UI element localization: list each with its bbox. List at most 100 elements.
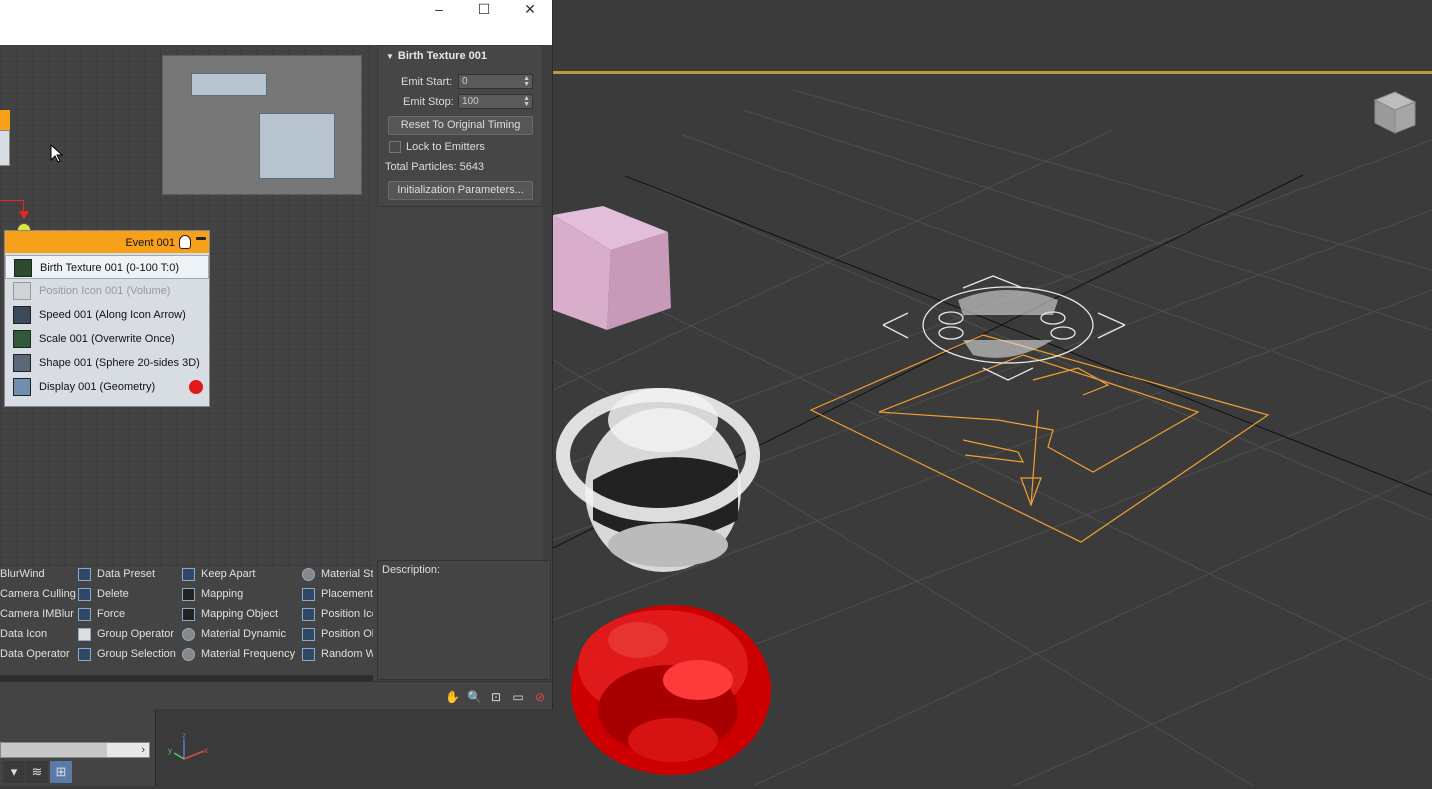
operator-scale[interactable]: Scale 001 (Overwrite Once)	[5, 327, 209, 351]
active-viewport-border	[553, 71, 1432, 74]
particle-view-toolbar: ✋ 🔍 ⊡ ▭ ⊘	[0, 681, 552, 709]
overview-navigator[interactable]	[162, 55, 362, 195]
zoom-extents-icon[interactable]: ▭	[511, 690, 525, 704]
data-preset-icon	[78, 567, 91, 581]
pink-cube	[553, 206, 671, 330]
red-particle-cluster	[571, 605, 771, 775]
viewcube	[1373, 91, 1417, 134]
depot-item[interactable]: Data Preset	[78, 564, 155, 584]
material-frequency-icon	[182, 647, 195, 661]
operator-shape[interactable]: Shape 001 (Sphere 20-sides 3D)	[5, 351, 209, 375]
emit-start-spinner[interactable]: 0 ▲ ▼	[458, 74, 533, 89]
scene-explorer-icon[interactable]: ⊞	[50, 761, 72, 783]
depot-item[interactable]: Mapping	[182, 584, 243, 604]
viewport-3d[interactable]	[553, 0, 1432, 786]
operator-position-icon[interactable]: Position Icon 001 (Volume)	[5, 279, 209, 303]
zoom-icon[interactable]: 🔍	[467, 690, 482, 704]
operator-display[interactable]: Display 001 (Geometry)	[5, 375, 209, 399]
description-label: Description:	[382, 564, 441, 576]
partial-event-header[interactable]	[0, 110, 10, 130]
particle-graph-area[interactable]: Event 001 Birth Texture 001 (0-100 T:0) …	[0, 45, 373, 565]
collapse-arrow-icon[interactable]: ▼	[386, 52, 394, 61]
zoom-region-icon[interactable]: ⊡	[489, 690, 503, 704]
material-static-icon	[302, 567, 315, 581]
random-walk-icon	[302, 647, 315, 661]
lock-emitters-label: Lock to Emitters	[406, 141, 485, 153]
mapping-icon	[182, 587, 195, 601]
spinner-arrows-icon[interactable]: ▲ ▼	[523, 75, 530, 88]
wire-connection[interactable]	[0, 200, 24, 201]
svg-text:x: x	[204, 746, 208, 755]
group-selection-icon	[78, 647, 91, 661]
depot-item[interactable]: Keep Apart	[182, 564, 255, 584]
parameters-rollout: ▼ Birth Texture 001 Emit Start: 0 ▲ ▼ Emit …	[377, 45, 543, 207]
svg-text:y: y	[168, 746, 172, 755]
display-color-swatch[interactable]	[189, 380, 203, 394]
total-particles-label: Total Particles: 5643	[385, 161, 485, 173]
rollout-title[interactable]: ▼ Birth Texture 001	[386, 50, 536, 66]
window-titlebar[interactable]: – ☐ ✕	[0, 0, 552, 45]
depot-item[interactable]: Material Dynamic	[182, 624, 286, 644]
depot-item[interactable]: Placement	[302, 584, 373, 604]
viewport-axis-area: z x y	[155, 709, 553, 786]
shape-icon	[13, 354, 31, 372]
depot-item[interactable]: Camera IMBlur	[0, 604, 74, 624]
reset-timing-button[interactable]: Reset To Original Timing	[388, 116, 533, 135]
operator-speed[interactable]: Speed 001 (Along Icon Arrow)	[5, 303, 209, 327]
wire-arrow	[19, 211, 29, 219]
axis-tripod-icon: z x y	[168, 731, 208, 760]
description-panel: Description:	[377, 560, 551, 680]
dropdown-arrow-icon[interactable]: ▾	[3, 761, 25, 783]
depot-item[interactable]: Material Frequency	[182, 644, 295, 664]
speed-icon	[13, 306, 31, 324]
depot-item[interactable]: Data Operator	[0, 644, 70, 664]
depot-item[interactable]: Material St	[302, 564, 373, 584]
depot-item[interactable]: Camera Culling	[0, 584, 76, 604]
depot-item[interactable]: Delete	[78, 584, 129, 604]
close-button[interactable]: ✕	[507, 0, 552, 20]
event-node[interactable]: Event 001 Birth Texture 001 (0-100 T:0) …	[4, 230, 210, 407]
minimize-node-icon[interactable]	[196, 237, 206, 240]
depot-item[interactable]: Random W	[302, 644, 373, 664]
placement-icon	[302, 587, 315, 601]
layers-icon[interactable]: ≋	[26, 761, 48, 783]
overview-node-rect	[191, 73, 267, 96]
event-node-header[interactable]: Event 001	[5, 231, 209, 253]
scene-canvas	[553, 89, 1432, 786]
emitter-icon-gizmo	[809, 334, 1270, 543]
overview-view-rect[interactable]	[259, 113, 335, 179]
operator-depot: BlurWind Camera Culling Camera IMBlur Da…	[0, 565, 373, 680]
event-title: Event 001	[125, 237, 175, 249]
mouse-cursor-icon	[50, 144, 64, 163]
depot-item[interactable]: BlurWind	[0, 564, 45, 584]
initialization-parameters-button[interactable]: Initialization Parameters...	[388, 181, 533, 200]
minimize-button[interactable]: –	[416, 0, 462, 20]
depot-item[interactable]: Data Icon	[0, 624, 47, 644]
maximize-button[interactable]: ☐	[461, 0, 507, 20]
keep-apart-icon	[182, 567, 195, 581]
force-icon	[78, 607, 91, 621]
lock-emitters-checkbox[interactable]	[389, 141, 401, 153]
partial-event-node[interactable]	[0, 130, 10, 166]
depot-item[interactable]: Group Selection	[78, 644, 176, 664]
panel-scrollbar[interactable]	[543, 45, 552, 560]
birth-texture-icon	[14, 259, 32, 277]
mapping-object-icon	[182, 607, 195, 621]
depot-item[interactable]: Group Operator	[78, 624, 174, 644]
operator-birth-texture[interactable]: Birth Texture 001 (0-100 T:0)	[5, 255, 209, 279]
position-icon-icon	[302, 607, 315, 621]
pan-hand-icon[interactable]: ✋	[445, 690, 460, 704]
depot-item[interactable]: Position Ob	[302, 624, 373, 644]
lightbulb-icon[interactable]	[179, 235, 191, 249]
no-zoom-icon[interactable]: ⊘	[533, 690, 547, 704]
time-slider-next[interactable]: ›	[107, 743, 149, 757]
depot-item[interactable]: Force	[78, 604, 125, 624]
delete-icon	[78, 587, 91, 601]
emit-stop-spinner[interactable]: 100 ▲ ▼	[458, 94, 533, 109]
material-dynamic-icon	[182, 627, 195, 641]
depot-item[interactable]: Position Ico	[302, 604, 373, 624]
position-object-icon	[302, 627, 315, 641]
depot-item[interactable]: Mapping Object	[182, 604, 278, 624]
svg-text:z: z	[182, 731, 186, 740]
spinner-arrows-icon[interactable]: ▲ ▼	[523, 95, 530, 108]
